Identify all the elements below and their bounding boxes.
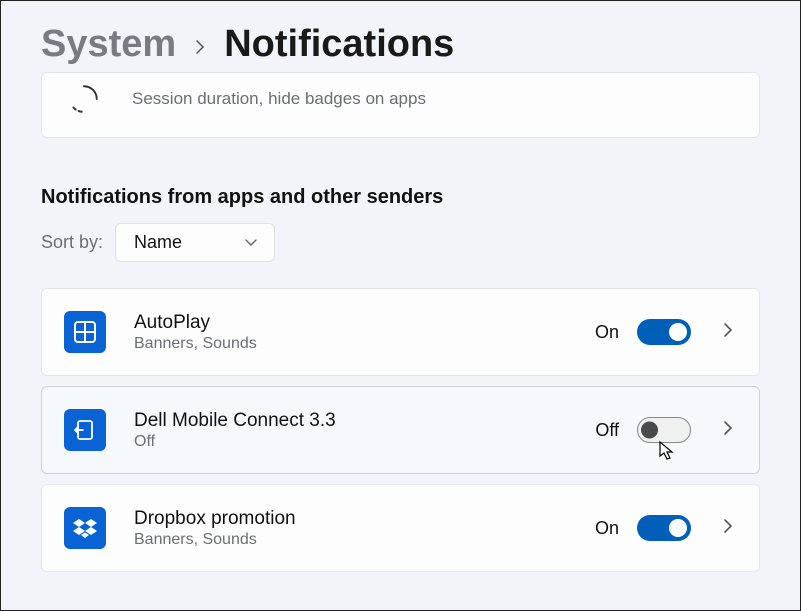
app-row[interactable]: Dell Mobile Connect 3.3OffOff (41, 386, 760, 474)
app-title: Dell Mobile Connect 3.3 (134, 410, 567, 432)
sort-select[interactable]: Name (115, 223, 275, 262)
sort-value: Name (134, 232, 182, 253)
toggle-group: On (595, 515, 691, 541)
app-list: AutoPlayBanners, SoundsOnDell Mobile Con… (41, 288, 760, 572)
app-subtitle: Banners, Sounds (134, 335, 567, 353)
app-row[interactable]: AutoPlayBanners, Sounds On (41, 288, 760, 376)
toggle-switch[interactable] (637, 319, 691, 345)
toggle-group: On (595, 319, 691, 345)
app-title: Dropbox promotion (134, 508, 567, 530)
toggle-state-label: On (595, 518, 619, 539)
breadcrumb-parent[interactable]: System (41, 23, 176, 66)
section-title: Notifications from apps and other sender… (41, 186, 760, 209)
autoplay-icon (64, 311, 106, 353)
app-subtitle: Off (134, 433, 567, 451)
breadcrumb: System Notifications (41, 1, 760, 76)
toggle-state-label: On (595, 322, 619, 343)
app-row[interactable]: Dropbox promotionBanners, Sounds On (41, 484, 760, 572)
sort-label: Sort by: (41, 232, 103, 253)
app-subtitle: Banners, Sounds (134, 531, 567, 549)
toggle-knob (641, 422, 658, 439)
app-title: AutoPlay (134, 312, 567, 334)
chevron-right-icon[interactable] (719, 518, 737, 539)
focus-assist-card[interactable]: Session duration, hide badges on apps (41, 72, 760, 138)
focus-icon (64, 79, 104, 119)
toggle-group: Off (595, 417, 691, 443)
toggle-knob (669, 519, 687, 537)
toggle-knob (669, 323, 687, 341)
chevron-right-icon[interactable] (719, 420, 737, 441)
cursor-icon (657, 440, 677, 467)
chevron-down-icon (244, 234, 258, 252)
focus-assist-subtitle: Session duration, hide badges on apps (132, 89, 737, 109)
chevron-right-icon (194, 34, 206, 62)
toggle-state-label: Off (595, 420, 619, 441)
sort-row: Sort by: Name (41, 223, 760, 262)
chevron-right-icon[interactable] (719, 322, 737, 343)
toggle-switch[interactable] (637, 515, 691, 541)
toggle-switch[interactable] (637, 417, 691, 443)
dell-icon (64, 409, 106, 451)
breadcrumb-current: Notifications (224, 23, 454, 66)
dropbox-icon (64, 507, 106, 549)
